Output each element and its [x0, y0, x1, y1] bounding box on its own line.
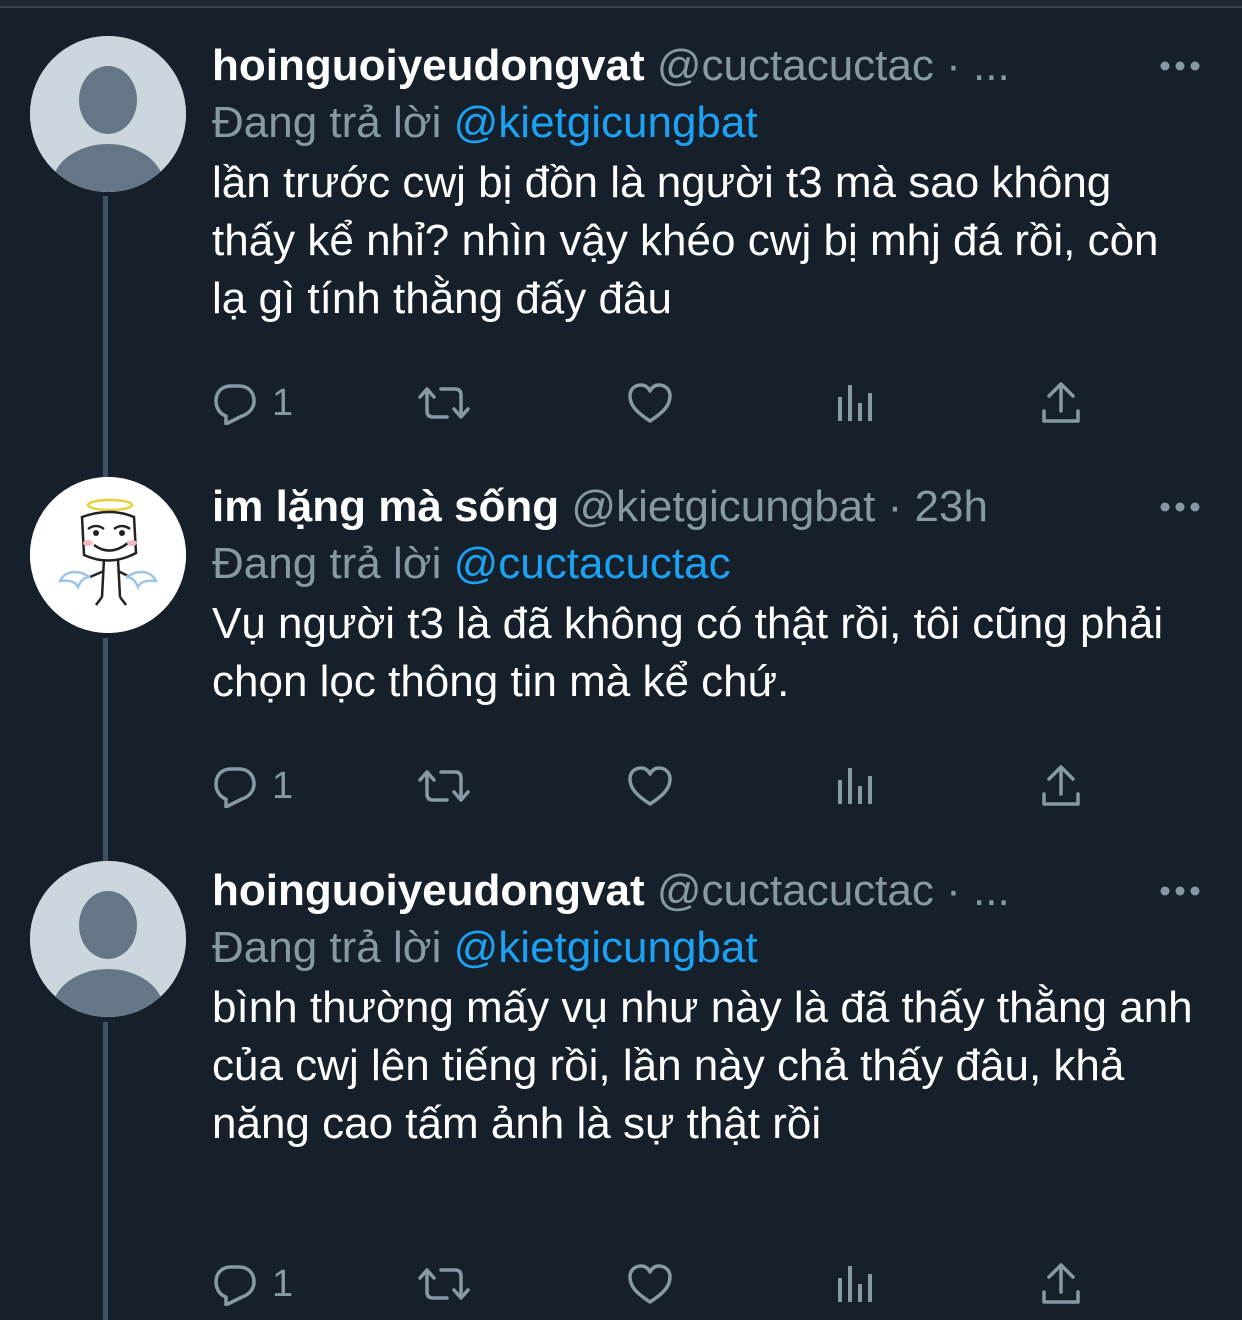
avatar[interactable] [30, 861, 186, 1017]
replying-to-link[interactable]: @cuctacuctac [454, 539, 731, 588]
like-button[interactable] [626, 378, 674, 428]
share-button[interactable] [1040, 761, 1082, 811]
top-divider [0, 0, 1242, 8]
tweet-text: lần trước cwj bị đồn là người t3 mà sao … [212, 158, 1159, 323]
retweet-icon [418, 1268, 470, 1300]
default-avatar-icon [30, 36, 186, 192]
retweet-button[interactable] [415, 761, 473, 811]
replying-to-link[interactable]: @kietgicungbat [454, 923, 758, 972]
reply-icon [214, 767, 256, 808]
separator-dot: · [946, 866, 961, 915]
replying-to: Đang trả lời @kietgicungbat [212, 918, 758, 978]
like-icon [628, 383, 672, 423]
reply-button[interactable]: 1 [212, 378, 293, 428]
more-options-button[interactable] [1150, 861, 1210, 921]
like-button[interactable] [626, 1259, 674, 1309]
analytics-button[interactable] [836, 761, 876, 811]
tweet-actions: 1 [212, 1259, 1112, 1309]
replying-to-label: Đang trả lời [212, 539, 442, 588]
tweet-text: Vụ người t3 là đã không có thật rồi, tôi… [212, 599, 1164, 706]
user-handle[interactable]: @kietgicungbat [571, 482, 875, 531]
share-button[interactable] [1040, 378, 1082, 428]
timestamp[interactable]: ... [973, 41, 1010, 90]
reply-count: 1 [272, 382, 294, 424]
replying-to: Đang trả lời @cuctacuctac [212, 534, 731, 594]
like-icon [628, 1264, 672, 1304]
analytics-button[interactable] [836, 1259, 876, 1309]
tweet[interactable]: hoinguoiyeudongvat @cuctacuctac · ... Đa… [0, 36, 1242, 436]
analytics-icon [838, 385, 872, 421]
separator-dot: · [946, 41, 961, 90]
replying-to-link[interactable]: @kietgicungbat [454, 98, 758, 147]
tweet[interactable]: hoinguoiyeudongvat @cuctacuctac · ... Đa… [0, 861, 1242, 1320]
more-icon [1160, 886, 1200, 896]
tweet-text: bình thường mấy vụ như này là đã thấy th… [212, 983, 1193, 1148]
separator-dot: · [887, 482, 903, 531]
tweet-actions: 1 [212, 761, 1112, 811]
analytics-icon [838, 768, 872, 804]
retweet-button[interactable] [415, 1259, 473, 1309]
more-icon [1160, 61, 1200, 71]
timestamp[interactable]: 23h [915, 482, 988, 531]
avatar[interactable] [30, 477, 186, 633]
default-avatar-icon [30, 861, 186, 1017]
analytics-button[interactable] [836, 378, 876, 428]
reply-button[interactable]: 1 [212, 761, 293, 811]
share-icon [1042, 382, 1080, 423]
retweet-button[interactable] [415, 378, 473, 428]
share-icon [1042, 765, 1080, 806]
replying-to: Đang trả lời @kietgicungbat [212, 93, 758, 153]
tweet-header: im lặng mà sống @kietgicungbat · 23h [212, 477, 988, 537]
tweet-actions: 1 [212, 378, 1112, 428]
like-icon [628, 766, 672, 806]
more-options-button[interactable] [1150, 477, 1210, 537]
more-icon [1160, 502, 1200, 512]
reply-button[interactable]: 1 [212, 1259, 293, 1309]
tweet[interactable]: im lặng mà sống @kietgicungbat · 23h Đan… [0, 477, 1242, 857]
share-button[interactable] [1040, 1259, 1082, 1309]
replying-to-label: Đang trả lời [212, 923, 442, 972]
reply-icon [214, 384, 256, 425]
tweet-header: hoinguoiyeudongvat @cuctacuctac · ... [212, 861, 1010, 921]
avatar[interactable] [30, 36, 186, 192]
share-icon [1042, 1263, 1080, 1304]
angel-meme-avatar-icon [30, 477, 186, 633]
retweet-icon [418, 770, 470, 802]
display-name[interactable]: im lặng mà sống [212, 482, 559, 531]
more-options-button[interactable] [1150, 36, 1210, 96]
reply-icon [214, 1265, 256, 1306]
like-button[interactable] [626, 761, 674, 811]
reply-count: 1 [272, 1263, 294, 1305]
tweet-header: hoinguoiyeudongvat @cuctacuctac · ... [212, 36, 1010, 96]
retweet-icon [418, 387, 470, 419]
replying-to-label: Đang trả lời [212, 98, 442, 147]
display-name[interactable]: hoinguoiyeudongvat [212, 866, 645, 915]
user-handle[interactable]: @cuctacuctac [657, 41, 934, 90]
user-handle[interactable]: @cuctacuctac [657, 866, 934, 915]
analytics-icon [838, 1266, 872, 1302]
display-name[interactable]: hoinguoiyeudongvat [212, 41, 645, 90]
reply-count: 1 [272, 765, 294, 807]
timestamp[interactable]: ... [973, 866, 1010, 915]
